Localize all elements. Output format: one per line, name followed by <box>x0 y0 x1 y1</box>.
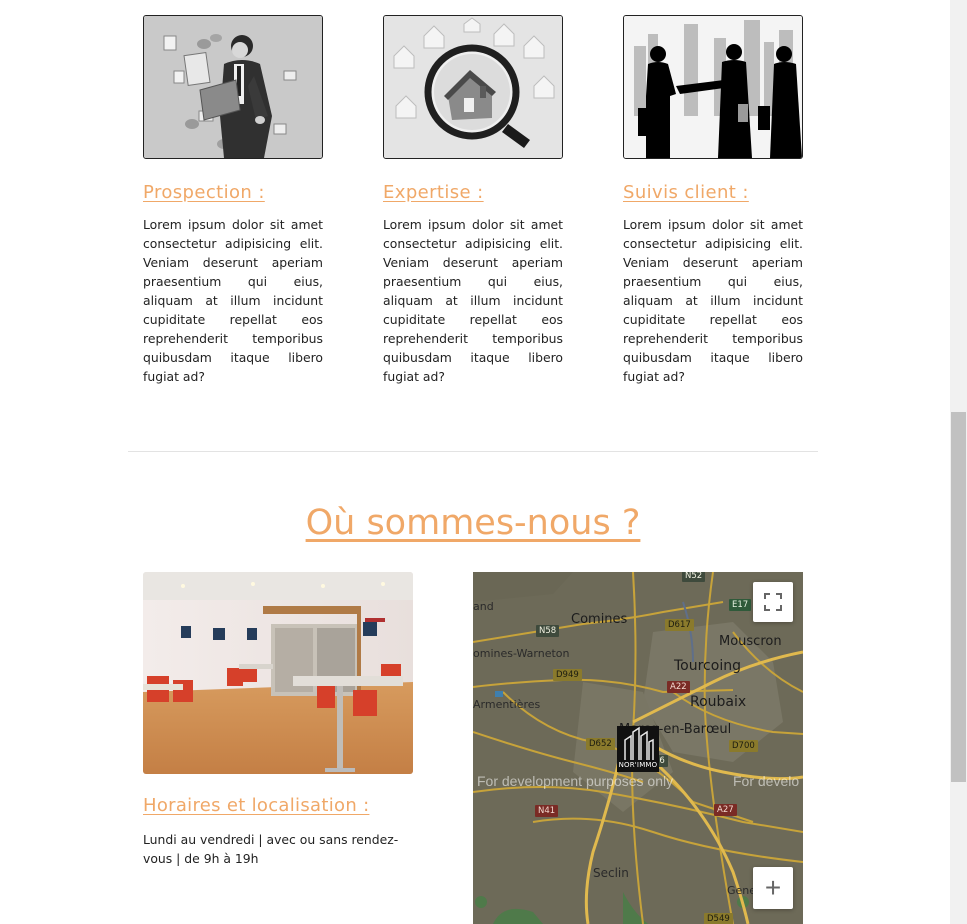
fullscreen-icon <box>764 593 782 611</box>
service-title: Prospection : <box>143 182 265 203</box>
service-expertise: Expertise : Lorem ipsum dolor sit amet c… <box>383 15 563 386</box>
road-badge: D617 <box>665 619 694 631</box>
road-badge: N58 <box>536 625 560 637</box>
road-badge: A27 <box>714 804 737 816</box>
page-scrollbar[interactable] <box>950 0 967 924</box>
map-place-label: omines-Warneton <box>473 647 570 660</box>
road-badge: E17 <box>729 599 752 611</box>
service-prospection: Prospection : Lorem ipsum dolor sit amet… <box>143 15 323 386</box>
service-title: Suivis client : <box>623 182 749 203</box>
road-badge: N41 <box>535 805 559 817</box>
map-place-label: Roubaix <box>690 694 747 710</box>
map-place-label: Comines <box>571 612 628 627</box>
map-place-label: Gene <box>727 884 757 897</box>
road-badge: D549 <box>704 913 733 924</box>
hours-text: Lundi au vendredi | avec ou sans rendez-… <box>143 832 399 866</box>
map-watermark: For development purposes only <box>477 773 674 789</box>
road-badge: N52 <box>682 572 706 582</box>
map-place-label: Armentières <box>473 698 541 711</box>
map-fullscreen-button[interactable] <box>753 582 793 622</box>
map-marker[interactable]: NOR'IMMO <box>617 726 659 772</box>
handshake-silhouette-icon <box>623 15 803 159</box>
section-title: Où sommes-nous ? <box>305 503 641 543</box>
service-description: Lorem ipsum dolor sit amet consectetur a… <box>143 217 323 384</box>
service-description: Lorem ipsum dolor sit amet consectetur a… <box>623 217 803 384</box>
plus-icon: + <box>764 872 782 903</box>
scrollbar-thumb[interactable] <box>951 412 966 782</box>
map-zoom-in-button[interactable]: + <box>753 867 793 909</box>
road-badge: D949 <box>553 669 582 681</box>
map-watermark: For develo <box>733 773 800 789</box>
road-badge: A22 <box>667 681 690 693</box>
page: Prospection : Lorem ipsum dolor sit amet… <box>0 0 950 924</box>
businessman-paperwork-icon <box>143 15 323 159</box>
hours-heading: Horaires et localisation : <box>143 795 370 816</box>
magnifier-house-icon <box>383 15 563 159</box>
map-place-label: and <box>473 600 494 613</box>
office-photo <box>143 572 413 774</box>
map-marker-label: NOR'IMMO <box>618 761 658 769</box>
service-suivis-client: Suivis client : Lorem ipsum dolor sit am… <box>623 15 803 386</box>
service-title: Expertise : <box>383 182 484 203</box>
section-divider <box>128 451 818 452</box>
map-place-label: Mouscron <box>719 634 782 649</box>
map-place-label: Tourcoing <box>674 658 741 674</box>
road-badge: D700 <box>729 740 758 752</box>
road-badge: D652 <box>586 738 615 750</box>
location-map[interactable]: and Comines omines-Warneton Mouscron Tou… <box>473 572 803 924</box>
map-place-label: Seclin <box>593 866 629 880</box>
service-description: Lorem ipsum dolor sit amet consectetur a… <box>383 217 563 384</box>
